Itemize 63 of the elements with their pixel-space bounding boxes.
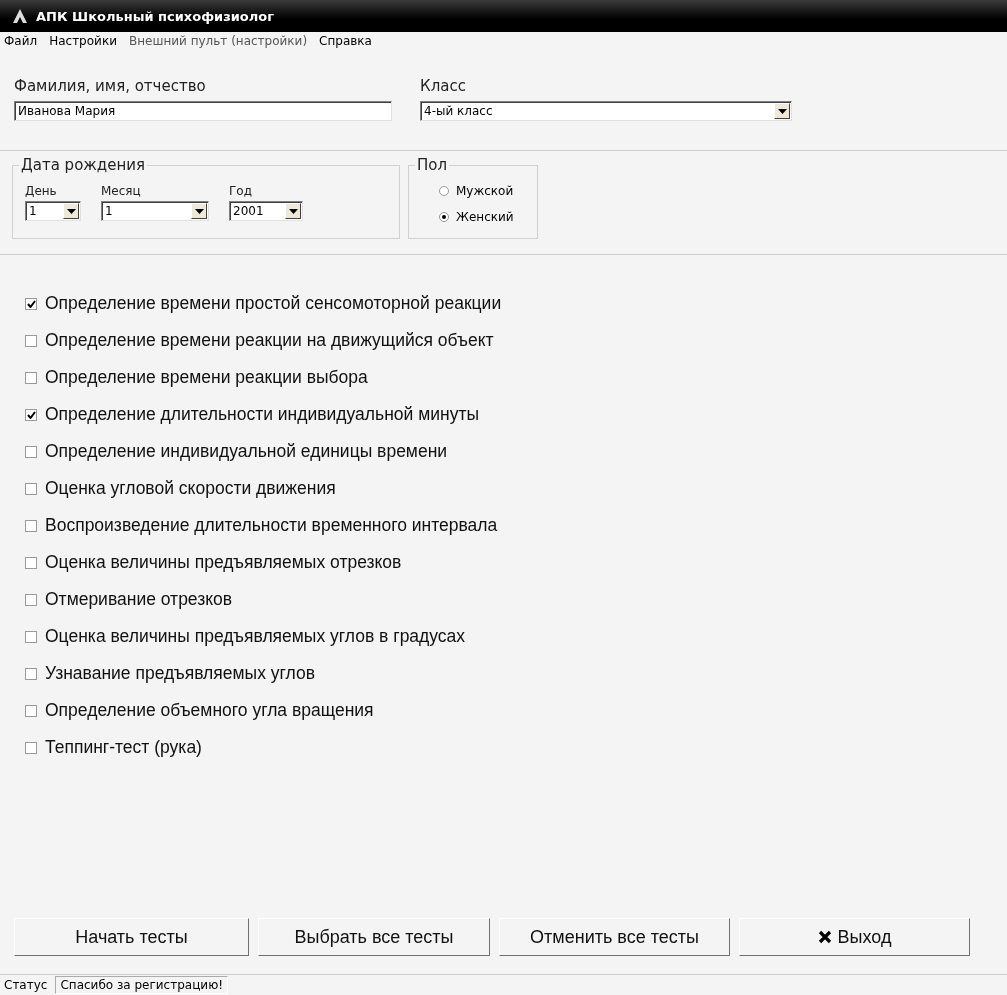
status-message: Спасибо за регистрацию! (55, 976, 229, 994)
action-button[interactable]: Выход (739, 918, 970, 956)
dropdown-button[interactable] (285, 203, 301, 219)
test-label: Теппинг-тест (рука) (45, 737, 202, 758)
down-arrow-icon (66, 208, 76, 214)
dropdown[interactable]: 1 (101, 201, 209, 221)
action-button[interactable]: Начать тесты (14, 918, 249, 956)
checkbox[interactable] (25, 667, 37, 680)
group-title: Дата рождения (19, 156, 147, 174)
radio-button[interactable] (439, 212, 449, 222)
test-label: Определение длительности индивидуальной минуты (45, 404, 479, 425)
field-label: Месяц (101, 184, 142, 198)
test-label: Определение времени простой сенсомоторной реакции (45, 293, 502, 314)
checkbox[interactable] (25, 630, 37, 643)
field-label: Год (229, 184, 253, 198)
test-label: Оценка величины предъявляемых углов в градусах (45, 626, 466, 647)
checkbox[interactable] (25, 519, 37, 532)
test-label: Воспроизведение длительности временного интервала (45, 515, 498, 536)
action-button[interactable]: Выбрать все тесты (258, 918, 490, 956)
test-label: Отмеривание отрезков (45, 589, 233, 610)
test-label: Узнавание предъявляемых углов (45, 663, 315, 684)
menu-item[interactable]: Файл (4, 33, 38, 48)
checkbox[interactable] (25, 556, 37, 569)
dropdown-button[interactable] (191, 203, 207, 219)
dropdown[interactable]: 1 (25, 201, 81, 221)
down-arrow-icon (194, 208, 204, 214)
down-arrow-icon (288, 208, 298, 214)
test-label: Оценка величины предъявляемых отрезков (45, 552, 402, 573)
check-icon (26, 299, 36, 308)
checkbox[interactable] (25, 334, 37, 347)
test-label: Определение индивидуальной единицы времени (45, 441, 448, 462)
checkbox[interactable] (25, 704, 37, 717)
action-button[interactable]: Отменить все тесты (499, 918, 730, 956)
field-label: Класс (420, 77, 467, 95)
status-label: Статус (4, 978, 48, 992)
checkbox[interactable] (25, 741, 37, 754)
menu-item[interactable]: Настройки (49, 33, 117, 48)
close-icon (817, 930, 832, 944)
test-label: Определение времени реакции выбора (45, 367, 368, 388)
radio-button[interactable] (439, 186, 449, 196)
checkbox[interactable] (25, 408, 37, 421)
checkbox[interactable] (25, 593, 37, 606)
test-label: Определение объемного угла вращения (45, 700, 374, 721)
check-icon (26, 410, 36, 419)
test-label: Определение времени реакции на движущийся объект (45, 330, 494, 351)
radio-label: Женский (456, 210, 514, 224)
window-title: АПК Школьный психофизиолог (36, 8, 274, 24)
radio-label: Мужской (456, 184, 514, 198)
field-label: День (25, 184, 58, 198)
menu-item[interactable]: Справка (319, 33, 372, 48)
dropdown[interactable]: 2001 (229, 201, 303, 221)
app-icon (12, 8, 28, 24)
field-label: Фамилия, имя, отчество (14, 77, 207, 95)
down-arrow-icon (777, 108, 787, 114)
test-label: Оценка угловой скорости движения (45, 478, 336, 499)
class-dropdown[interactable]: 4-ый класс (420, 101, 792, 121)
checkbox[interactable] (25, 482, 37, 495)
checkbox[interactable] (25, 371, 37, 384)
checkbox[interactable] (25, 297, 37, 310)
checkbox[interactable] (25, 445, 37, 458)
name-field[interactable]: Иванова Мария (14, 101, 392, 121)
dropdown-button[interactable] (63, 203, 79, 219)
dropdown-button[interactable] (774, 103, 790, 119)
